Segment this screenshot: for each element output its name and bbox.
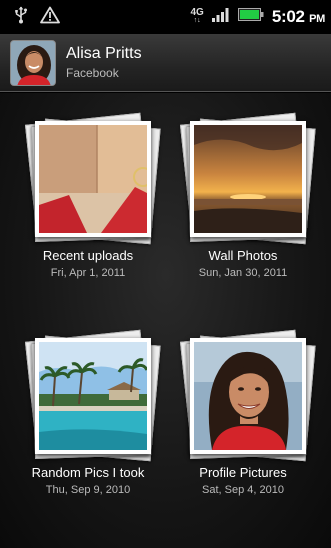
network-type-indicator: 4G ↑↓ [190, 7, 204, 25]
profile-source: Facebook [66, 66, 119, 80]
profile-header[interactable]: Alisa Pritts Facebook [0, 34, 331, 92]
profile-name: Alisa Pritts [66, 45, 142, 62]
album-cover-image [190, 338, 306, 454]
album-date: Sun, Jan 30, 2011 [198, 267, 288, 279]
status-bar: 4G ↑↓ 5:02 PM [0, 0, 331, 34]
album-thumbnail-stack [24, 329, 161, 462]
album-date: Sat, Sep 4, 2010 [202, 484, 284, 496]
album-cover-image [190, 121, 306, 237]
album-random-pics[interactable]: Random Pics I took Thu, Sep 9, 2010 [13, 318, 163, 528]
battery-icon [237, 8, 264, 26]
album-wall-photos[interactable]: Wall Photos Sun, Jan 30, 2011 [168, 101, 318, 311]
album-title: Recent uploads [42, 248, 134, 263]
album-thumbnail-stack [24, 112, 161, 245]
album-cover-image [35, 338, 151, 454]
clock-ampm: PM [309, 13, 325, 25]
signal-icon [211, 7, 230, 27]
album-date: Fri, Apr 1, 2011 [50, 267, 126, 279]
album-thumbnail-stack [179, 329, 316, 462]
warning-icon [40, 6, 60, 29]
album-profile-pictures[interactable]: Profile Pictures Sat, Sep 4, 2010 [168, 318, 318, 528]
album-grid: Recent uploads Fri, Apr 1, 2011 Wall Pho… [0, 93, 331, 548]
avatar[interactable] [10, 39, 56, 86]
album-recent-uploads[interactable]: Recent uploads Fri, Apr 1, 2011 [13, 101, 163, 311]
album-title: Random Pics I took [31, 465, 145, 480]
album-title: Wall Photos [208, 248, 278, 263]
album-title: Profile Pictures [199, 465, 287, 480]
clock: 5:02 PM [272, 7, 325, 27]
album-cover-image [35, 121, 151, 237]
album-thumbnail-stack [179, 112, 316, 245]
usb-icon [14, 6, 28, 29]
clock-time: 5:02 [271, 7, 305, 26]
album-date: Thu, Sep 9, 2010 [45, 484, 131, 496]
